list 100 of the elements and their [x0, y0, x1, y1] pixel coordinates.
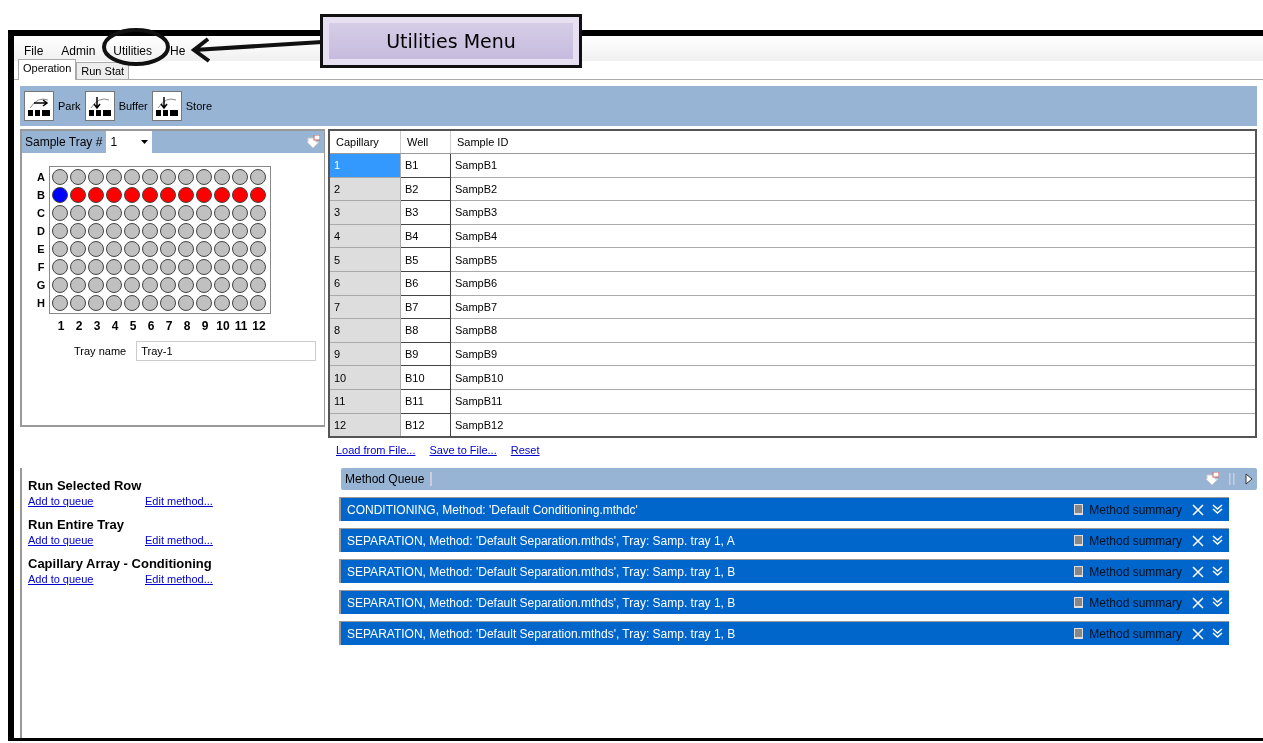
well[interactable]: [106, 223, 122, 239]
well[interactable]: [52, 223, 68, 239]
well[interactable]: [70, 277, 86, 293]
well[interactable]: [178, 259, 194, 275]
well[interactable]: [124, 205, 140, 221]
well[interactable]: [160, 241, 176, 257]
well[interactable]: [142, 241, 158, 257]
well[interactable]: [196, 277, 212, 293]
well[interactable]: [232, 187, 248, 203]
well[interactable]: [196, 259, 212, 275]
well[interactable]: [88, 223, 104, 239]
well[interactable]: [178, 241, 194, 257]
double-chevron-icon[interactable]: [1212, 504, 1223, 516]
well[interactable]: [142, 223, 158, 239]
table-cell[interactable]: 11: [329, 389, 401, 414]
well[interactable]: [70, 223, 86, 239]
well[interactable]: [106, 187, 122, 203]
well[interactable]: [88, 277, 104, 293]
well[interactable]: [88, 169, 104, 185]
well[interactable]: [214, 241, 230, 257]
close-icon[interactable]: [1192, 534, 1204, 547]
well[interactable]: [106, 259, 122, 275]
close-icon[interactable]: [1192, 565, 1204, 578]
well[interactable]: [250, 223, 266, 239]
tab[interactable]: Run Stat: [76, 62, 130, 79]
queue-item[interactable]: SEPARATION, Method: 'Default Separation.mthds', Tray: Samp. tray 1, A Method summary: [341, 528, 1229, 553]
well[interactable]: [88, 295, 104, 311]
well[interactable]: [142, 169, 158, 185]
well[interactable]: [250, 259, 266, 275]
add-to-queue-link[interactable]: Add to queue: [28, 534, 145, 547]
well[interactable]: [196, 169, 212, 185]
well[interactable]: [160, 259, 176, 275]
document-icon[interactable]: [1074, 535, 1084, 547]
well[interactable]: [124, 277, 140, 293]
edit-method-link[interactable]: Edit method...: [145, 534, 213, 547]
well[interactable]: [214, 223, 230, 239]
well[interactable]: [178, 277, 194, 293]
menu-item[interactable]: Utilities: [113, 44, 153, 58]
menu-item[interactable]: Admin: [61, 44, 96, 58]
well[interactable]: [88, 241, 104, 257]
well[interactable]: [214, 169, 230, 185]
pin-icon[interactable]: [1205, 472, 1219, 487]
well[interactable]: [214, 277, 230, 293]
queue-item[interactable]: CONDITIONING, Method: 'Default Conditioning.mthdc' Method summary: [341, 497, 1229, 522]
well[interactable]: [52, 205, 68, 221]
well[interactable]: [106, 277, 122, 293]
well[interactable]: [214, 295, 230, 311]
well[interactable]: [178, 295, 194, 311]
document-icon[interactable]: [1074, 597, 1084, 609]
well[interactable]: [70, 205, 86, 221]
well[interactable]: [106, 169, 122, 185]
well[interactable]: [160, 223, 176, 239]
well[interactable]: [142, 205, 158, 221]
well[interactable]: [250, 205, 266, 221]
edit-method-link[interactable]: Edit method...: [145, 573, 213, 586]
well[interactable]: [142, 277, 158, 293]
well[interactable]: [124, 241, 140, 257]
well[interactable]: [232, 277, 248, 293]
add-to-queue-link[interactable]: Add to queue: [28, 495, 145, 508]
well[interactable]: [160, 169, 176, 185]
well[interactable]: [70, 295, 86, 311]
double-chevron-icon[interactable]: [1212, 566, 1223, 578]
document-icon[interactable]: [1074, 628, 1084, 640]
document-icon[interactable]: [1074, 566, 1084, 578]
link[interactable]: Load from File...: [336, 444, 416, 457]
close-icon[interactable]: [1192, 627, 1204, 640]
well[interactable]: [70, 259, 86, 275]
well[interactable]: [124, 169, 140, 185]
well[interactable]: [250, 295, 266, 311]
well[interactable]: [124, 187, 140, 203]
menu-item[interactable]: File: [24, 44, 44, 58]
well[interactable]: [52, 277, 68, 293]
well[interactable]: [52, 169, 68, 185]
well[interactable]: [124, 259, 140, 275]
well[interactable]: [214, 259, 230, 275]
link[interactable]: Reset: [510, 444, 540, 457]
menu-item[interactable]: He: [170, 44, 186, 58]
well[interactable]: [106, 295, 122, 311]
well[interactable]: [70, 241, 86, 257]
table-cell[interactable]: 3: [329, 200, 401, 225]
well[interactable]: [160, 295, 176, 311]
table-cell[interactable]: 7: [329, 295, 401, 319]
document-icon[interactable]: [1074, 504, 1084, 516]
table-cell[interactable]: 9: [329, 342, 401, 366]
well[interactable]: [88, 259, 104, 275]
pin-icon[interactable]: [306, 135, 320, 149]
edit-method-link[interactable]: Edit method...: [145, 495, 213, 508]
well[interactable]: [106, 241, 122, 257]
close-icon[interactable]: [1192, 503, 1204, 516]
well[interactable]: [178, 223, 194, 239]
well[interactable]: [160, 277, 176, 293]
double-chevron-icon[interactable]: [1212, 597, 1223, 609]
well[interactable]: [142, 259, 158, 275]
tray-dropdown[interactable]: 1: [106, 131, 153, 153]
well[interactable]: [232, 241, 248, 257]
double-chevron-icon[interactable]: [1212, 628, 1223, 640]
well[interactable]: [178, 169, 194, 185]
well[interactable]: [52, 259, 68, 275]
well[interactable]: [196, 295, 212, 311]
table-cell[interactable]: 12: [329, 413, 401, 438]
